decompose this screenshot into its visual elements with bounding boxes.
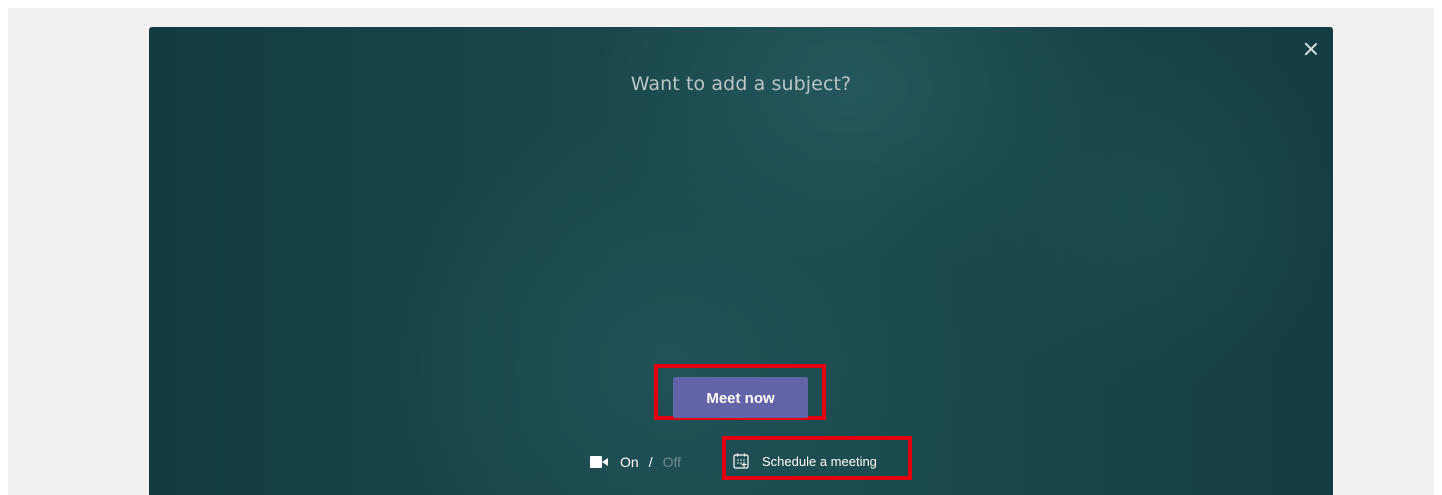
meet-now-dialog: Want to add a subject? Meet now On / Off: [149, 27, 1333, 495]
left-margin: [0, 0, 8, 495]
subject-input[interactable]: Want to add a subject?: [149, 73, 1333, 95]
video-camera-icon: [590, 456, 610, 468]
calendar-add-icon: [733, 453, 749, 469]
video-on-option[interactable]: On: [620, 454, 639, 470]
right-margin: [1434, 0, 1442, 495]
meet-now-button[interactable]: Meet now: [673, 377, 808, 418]
top-margin: [0, 0, 1442, 8]
page: Want to add a subject? Meet now On / Off: [0, 0, 1442, 495]
video-toggle[interactable]: On / Off: [590, 452, 681, 472]
close-icon[interactable]: [1301, 39, 1321, 59]
schedule-meeting-label: Schedule a meeting: [762, 453, 877, 469]
video-off-option[interactable]: Off: [663, 454, 681, 470]
schedule-meeting-button[interactable]: Schedule a meeting: [733, 450, 877, 472]
video-toggle-separator: /: [648, 454, 653, 470]
